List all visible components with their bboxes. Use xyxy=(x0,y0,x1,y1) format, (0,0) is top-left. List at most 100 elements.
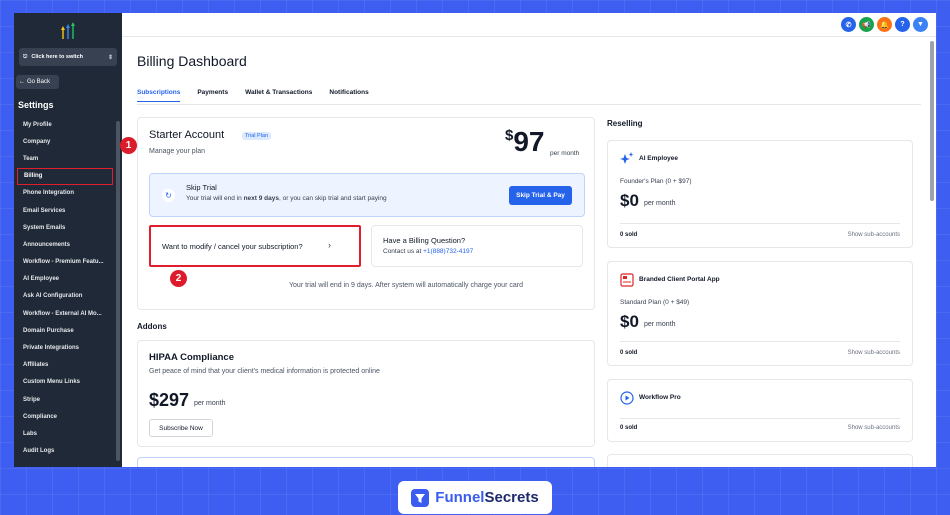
starter-account-card: Starter Account Trial Plan Manage your p… xyxy=(137,117,595,310)
price-amount: 97 xyxy=(513,126,545,157)
show-sub-accounts-link[interactable]: Show sub-accounts xyxy=(848,232,900,238)
trial-badge: Trial Plan xyxy=(242,132,272,140)
sidebar: ⎋ Click here to switch ⇕ ← Go Back Setti… xyxy=(14,13,122,467)
tab-subscriptions[interactable]: Subscriptions xyxy=(137,89,181,102)
portal-app-icon xyxy=(620,273,634,287)
show-sub-accounts-link[interactable]: Show sub-accounts xyxy=(848,350,900,356)
go-back-label: Go Back xyxy=(27,79,51,85)
hipaa-period: per month xyxy=(194,400,226,407)
resell-name: Branded Client Portal App xyxy=(639,276,720,283)
go-back-button[interactable]: ← Go Back xyxy=(16,75,59,89)
plan-price: $97 xyxy=(505,126,545,158)
tab-wallet-transactions[interactable]: Wallet & Transactions xyxy=(245,89,312,102)
skip-trial-pay-button[interactable]: Skip Trial & Pay xyxy=(509,186,572,205)
sidebar-item-labs[interactable]: Labs xyxy=(17,425,113,442)
show-sub-accounts-link[interactable]: Show sub-accounts xyxy=(848,425,900,431)
skip-trial-title: Skip Trial xyxy=(186,183,217,192)
billing-question-title: Have a Billing Question? xyxy=(383,236,466,245)
contact-line: Contact us at +1(888)732-4197 xyxy=(383,248,474,255)
trial-footer-text: Your trial will end in 9 days. After sys… xyxy=(289,282,523,289)
sidebar-item-compliance[interactable]: Compliance xyxy=(17,408,113,425)
resell-card-client-portal: Branded Client Portal App Standard Plan … xyxy=(607,261,913,366)
app-logo-icon xyxy=(61,22,75,39)
sidebar-item-stripe[interactable]: Stripe xyxy=(17,391,113,408)
sidebar-item-workflow-premium[interactable]: Workflow - Premium Featu... xyxy=(17,254,113,271)
sidebar-item-phone-integration[interactable]: Phone Integration xyxy=(17,185,113,202)
resell-card-workflow-pro: Workflow Pro 0 sold Show sub-accounts xyxy=(607,379,913,442)
megaphone-icon[interactable]: 📢 xyxy=(859,17,874,32)
phone-icon[interactable]: ✆ xyxy=(841,17,856,32)
chevron-updown-icon: ⇕ xyxy=(107,54,113,61)
skip-trial-panel: ↻ Skip Trial Your trial will end in next… xyxy=(149,173,585,217)
sidebar-item-my-profile[interactable]: My Profile xyxy=(17,116,113,133)
resell-period: per month xyxy=(644,200,676,207)
resell-sold-count: 0 sold xyxy=(620,425,638,431)
hipaa-title: HIPAA Compliance xyxy=(149,352,234,363)
step-marker-1: 1 xyxy=(120,137,137,154)
tabs-divider xyxy=(137,104,921,105)
sidebar-item-email-services[interactable]: Email Services xyxy=(17,202,113,219)
brand-name: FunnelSecrets xyxy=(435,489,539,506)
app-window: ⎋ Click here to switch ⇕ ← Go Back Setti… xyxy=(14,13,936,467)
modify-subscription-link[interactable]: Want to modify / cancel your subscriptio… xyxy=(149,225,361,267)
phone-link[interactable]: +1(888)732-4197 xyxy=(423,248,473,255)
billing-question-panel: Have a Billing Question? Contact us at +… xyxy=(371,225,583,267)
sidebar-item-domain-purchase[interactable]: Domain Purchase xyxy=(17,322,113,339)
tab-payments[interactable]: Payments xyxy=(197,89,228,102)
sidebar-item-billing[interactable]: Billing xyxy=(17,167,113,185)
switcher-label: Click here to switch xyxy=(31,54,84,60)
bell-icon[interactable]: 🔔 xyxy=(877,17,892,32)
main-scrollbar[interactable] xyxy=(930,41,934,201)
addon-card-partial xyxy=(137,457,595,467)
sidebar-item-ask-ai[interactable]: Ask AI Configuration xyxy=(17,288,113,305)
hipaa-price: $297 xyxy=(149,390,190,410)
funnel-logo-icon xyxy=(411,488,430,507)
step-marker-2: 2 xyxy=(170,270,187,287)
sidebar-item-workflow-external-ai[interactable]: Workflow - External AI Mo... xyxy=(17,305,113,322)
tab-notifications[interactable]: Notifications xyxy=(329,89,368,102)
sidebar-item-ai-employee[interactable]: AI Employee xyxy=(17,271,113,288)
sidebar-item-announcements[interactable]: Announcements xyxy=(17,236,113,253)
resell-period: per month xyxy=(644,321,676,328)
resell-sold-count: 0 sold xyxy=(620,350,638,356)
resell-price: $0 xyxy=(620,191,639,210)
resell-card-ai-employee: AI Employee Founder's Plan (0 + $97) $0 … xyxy=(607,140,913,248)
sidebar-item-private-integrations[interactable]: Private Integrations xyxy=(17,339,113,356)
top-icons: ✆ 📢 🔔 ? ▼ xyxy=(841,17,928,32)
sidebar-scrollbar[interactable] xyxy=(116,121,120,461)
sidebar-item-affiliates[interactable]: Affiliates xyxy=(17,357,113,374)
workflow-play-icon xyxy=(620,391,634,405)
sidebar-item-system-emails[interactable]: System Emails xyxy=(17,219,113,236)
billing-tabs: Subscriptions Payments Wallet & Transact… xyxy=(137,89,369,102)
divider xyxy=(620,223,900,224)
top-bar: ✆ 📢 🔔 ? ▼ xyxy=(122,13,936,37)
sidebar-item-custom-menu-links[interactable]: Custom Menu Links xyxy=(17,374,113,391)
settings-heading: Settings xyxy=(18,100,54,110)
resell-name: Workflow Pro xyxy=(639,394,681,401)
divider xyxy=(620,341,900,342)
chevron-right-icon: › xyxy=(328,240,331,250)
divider xyxy=(620,418,900,419)
brand-badge: FunnelSecrets xyxy=(398,481,552,514)
sidebar-item-company[interactable]: Company xyxy=(17,133,113,150)
sparkle-icon xyxy=(620,152,634,164)
hipaa-description: Get peace of mind that your client's med… xyxy=(149,368,380,375)
skip-trial-text: Your trial will end in next 9 days, or y… xyxy=(186,195,387,202)
page-title: Billing Dashboard xyxy=(137,53,247,69)
sidebar-item-team[interactable]: Team xyxy=(17,150,113,167)
resell-plan: Standard Plan (0 + $49) xyxy=(620,299,690,306)
addons-heading: Addons xyxy=(137,322,167,331)
skip-trial-icon: ↻ xyxy=(162,189,175,202)
sidebar-item-audit-logs[interactable]: Audit Logs xyxy=(17,443,113,460)
subscribe-now-button[interactable]: Subscribe Now xyxy=(149,419,213,437)
resell-card-partial xyxy=(607,454,913,467)
resell-price: $0 xyxy=(620,312,639,331)
main-content: ✆ 📢 🔔 ? ▼ Billing Dashboard Subscription… xyxy=(120,13,936,467)
funnel-icon[interactable]: ▼ xyxy=(913,17,928,32)
resell-plan: Founder's Plan (0 + $97) xyxy=(620,178,692,185)
plan-title: Starter Account xyxy=(149,129,225,141)
price-period: per month xyxy=(550,150,580,157)
resell-name: AI Employee xyxy=(639,155,679,162)
help-icon[interactable]: ? xyxy=(895,17,910,32)
account-switcher[interactable]: ⎋ Click here to switch ⇕ xyxy=(19,48,117,66)
